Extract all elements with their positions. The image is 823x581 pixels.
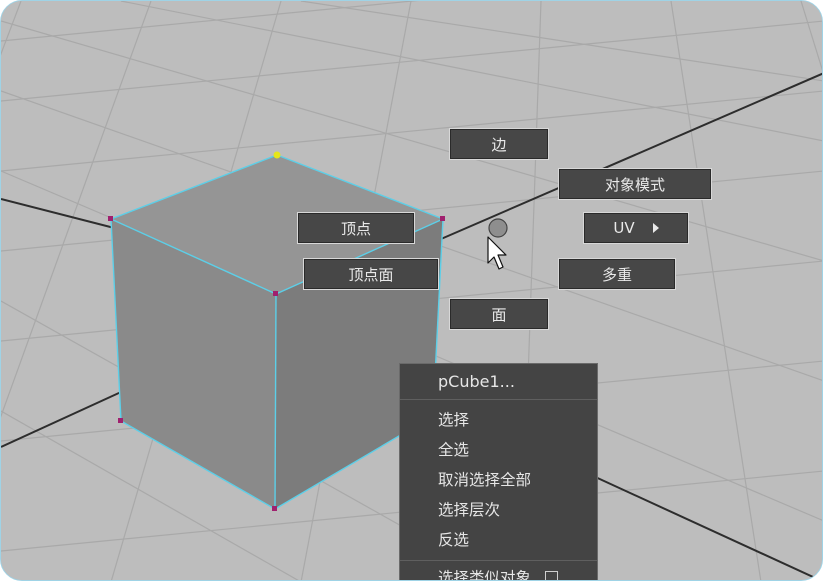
vertex-face-button[interactable]: 顶点面 bbox=[303, 258, 439, 290]
submenu-arrow-icon bbox=[652, 223, 659, 233]
edge-label: 边 bbox=[491, 135, 507, 154]
viewport[interactable]: 边 对象模式 顶点 UV 顶点面 多重 面 pCube1... 选择 全选 取消… bbox=[0, 0, 823, 581]
object-mode-label: 对象模式 bbox=[604, 175, 665, 194]
uv-button[interactable]: UV bbox=[583, 212, 689, 244]
menu-item-deselect-all[interactable]: 取消选择全部 bbox=[438, 468, 531, 492]
select-similar-label: 选择类似对象 bbox=[438, 569, 532, 581]
object-mode-button[interactable]: 对象模式 bbox=[558, 168, 712, 200]
edge-button[interactable]: 边 bbox=[449, 128, 549, 160]
face-label: 面 bbox=[491, 305, 507, 324]
marking-menu-center bbox=[488, 218, 508, 238]
vertex-label: 顶点 bbox=[340, 219, 371, 238]
multi-button[interactable]: 多重 bbox=[558, 258, 676, 290]
face-button[interactable]: 面 bbox=[449, 298, 549, 330]
menu-item-invert-selection[interactable]: 反选 bbox=[438, 528, 469, 552]
multi-label: 多重 bbox=[601, 265, 632, 284]
selected-vertex bbox=[273, 151, 281, 159]
menu-item-select-hierarchy[interactable]: 选择层次 bbox=[438, 498, 500, 522]
menu-item-select[interactable]: 选择 bbox=[438, 408, 469, 432]
vertex-face-label: 顶点面 bbox=[348, 265, 394, 284]
vertex-button[interactable]: 顶点 bbox=[297, 212, 415, 244]
menu-separator bbox=[400, 560, 597, 561]
menu-item-select-similar[interactable]: 选择类似对象 bbox=[438, 566, 559, 581]
uv-label: UV bbox=[613, 219, 635, 237]
checkbox-icon[interactable] bbox=[545, 571, 559, 580]
context-menu-title[interactable]: pCube1... bbox=[400, 364, 597, 400]
object-context-menu: pCube1... 选择 全选 取消选择全部 选择层次 反选 选择类似对象 bbox=[399, 363, 598, 581]
menu-item-select-all[interactable]: 全选 bbox=[438, 438, 469, 462]
